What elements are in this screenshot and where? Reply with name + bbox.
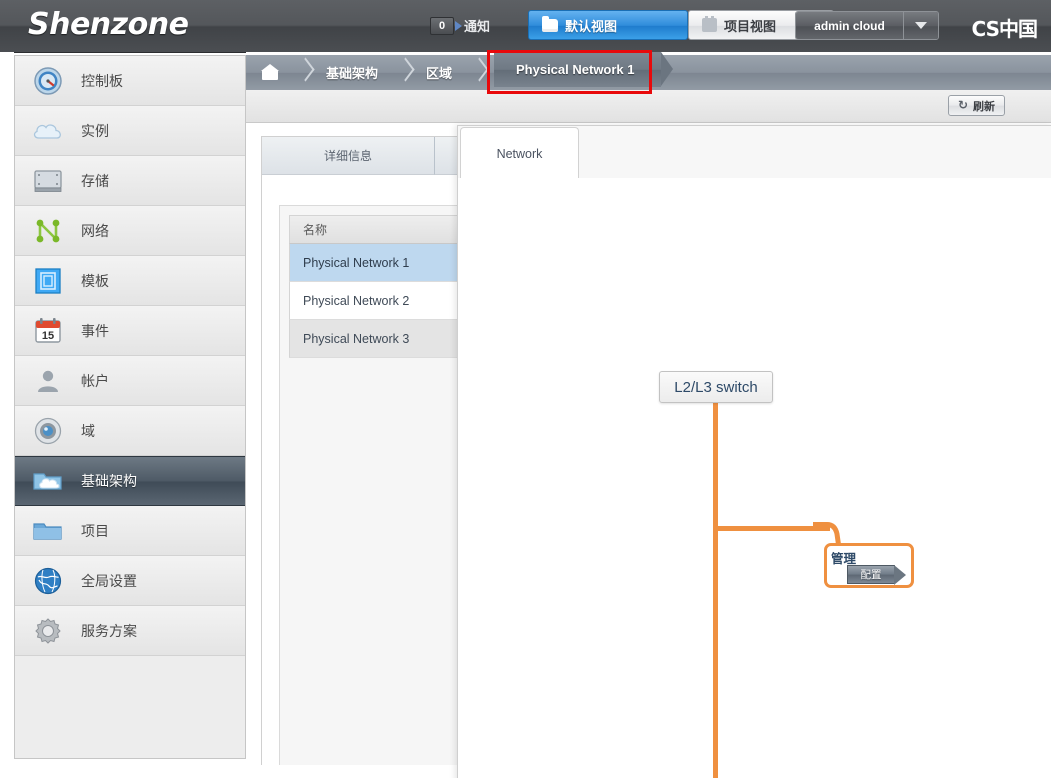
storage-icon (15, 168, 81, 194)
default-view-button[interactable]: 默认视图 (528, 10, 688, 40)
refresh-button[interactable]: ↻ 刷新 (947, 95, 1005, 116)
notification-arrow-icon (455, 20, 462, 31)
network-tabstrip: Network (458, 126, 1051, 180)
sidebar-item-events[interactable]: 15 事件 (15, 306, 245, 356)
network-icon (15, 217, 81, 245)
sidebar-item-network[interactable]: 网络 (15, 206, 245, 256)
user-menu-toggle[interactable] (903, 12, 938, 39)
project-icon (702, 16, 717, 32)
sidebar-item-instances[interactable]: 实例 (15, 106, 245, 156)
sidebar-item-label: 域 (81, 422, 95, 439)
breadcrumb-separator-icon (296, 55, 310, 90)
diagram-wire-vertical (713, 403, 718, 778)
content-toolbar: ↻ 刷新 (246, 90, 1051, 123)
notifications-area[interactable]: 0 通知 (430, 16, 490, 35)
sidebar-item-label: 模板 (81, 272, 109, 289)
default-view-label: 默认视图 (565, 18, 618, 34)
notification-count: 0 (430, 16, 454, 35)
sidebar-item-templates[interactable]: 模板 (15, 256, 245, 306)
sidebar-item-service-offerings[interactable]: 服务方案 (15, 606, 245, 656)
network-panel: Network L2/L3 switch 管理 配置 (457, 125, 1051, 778)
home-icon (261, 63, 279, 80)
page-left-margin (0, 52, 14, 778)
content-area: 基础架构 区域 shenzone Physical Network 1 ↻ 刷新… (246, 52, 1051, 778)
sidebar-item-label: 事件 (81, 322, 109, 339)
user-icon (15, 367, 81, 395)
node-switch-label: L2/L3 switch (674, 378, 758, 396)
svg-text:15: 15 (42, 330, 54, 342)
user-menu[interactable]: admin cloud (795, 11, 939, 40)
folder-icon (15, 519, 81, 543)
cs-china-logo: CS中国 (971, 17, 1038, 41)
sidebar-item-label: 存储 (81, 172, 109, 189)
sidebar-item-dashboard[interactable]: 控制板 (15, 56, 245, 106)
infrastructure-icon (15, 468, 81, 494)
chevron-down-icon (915, 22, 927, 29)
refresh-icon: ↻ (957, 98, 968, 112)
sidebar-item-label: 控制板 (81, 72, 123, 89)
node-management[interactable]: 管理 配置 (824, 543, 914, 588)
cloud-icon (15, 119, 81, 143)
breadcrumb-item-active[interactable]: Physical Network 1 (494, 52, 672, 87)
breadcrumb-separator-icon (470, 55, 484, 90)
sidebar-item-label: 网络 (81, 222, 109, 239)
configure-button[interactable]: 配置 (847, 565, 906, 585)
template-icon (15, 267, 81, 295)
globe-icon (15, 566, 81, 596)
left-sidebar: 控制板 实例 存储 网络 模板 15 事件 帐户 域 基础架构 项目 全局设置 … (14, 55, 246, 759)
calendar-icon: 15 (15, 317, 81, 345)
top-header: Shenzone 0 通知 默认视图 项目视图 admin cloud CS中国 (0, 0, 1051, 53)
sidebar-item-storage[interactable]: 存储 (15, 156, 245, 206)
project-view-label: 项目视图 (724, 18, 777, 34)
sidebar-item-domains[interactable]: 域 (15, 406, 245, 456)
tab-network[interactable]: Network (460, 127, 579, 180)
breadcrumb-separator-icon (396, 55, 410, 90)
sidebar-item-global-settings[interactable]: 全局设置 (15, 556, 245, 606)
brand-logo: Shenzone (28, 7, 189, 42)
domain-icon (15, 416, 81, 446)
gear-icon (15, 616, 81, 646)
breadcrumb-home[interactable] (246, 55, 296, 90)
breadcrumb-item-zone[interactable]: 区域 (410, 55, 470, 90)
node-l2l3-switch[interactable]: L2/L3 switch (659, 371, 773, 403)
dashboard-icon (15, 66, 81, 96)
breadcrumb-item-infrastructure[interactable]: 基础架构 (310, 55, 396, 90)
sidebar-item-label: 项目 (81, 522, 109, 539)
network-diagram-canvas: L2/L3 switch 管理 配置 (458, 178, 1051, 778)
refresh-label: 刷新 (973, 100, 995, 113)
sidebar-item-accounts[interactable]: 帐户 (15, 356, 245, 406)
folder-icon (542, 15, 558, 32)
sidebar-item-projects[interactable]: 项目 (15, 506, 245, 556)
sidebar-item-infrastructure[interactable]: 基础架构 (15, 456, 245, 506)
sidebar-item-label: 实例 (81, 122, 109, 139)
configure-button-label: 配置 (860, 569, 882, 581)
tab-details[interactable]: 详细信息 (262, 137, 435, 175)
notification-label: 通知 (464, 19, 491, 34)
user-name: admin cloud (796, 12, 903, 39)
app-root: Shenzone 0 通知 默认视图 项目视图 admin cloud CS中国 (0, 0, 1051, 778)
sidebar-item-label: 全局设置 (81, 572, 137, 589)
sidebar-item-label: 基础架构 (81, 473, 137, 489)
sidebar-item-label: 服务方案 (81, 622, 137, 639)
sidebar-item-label: 帐户 (81, 372, 109, 389)
